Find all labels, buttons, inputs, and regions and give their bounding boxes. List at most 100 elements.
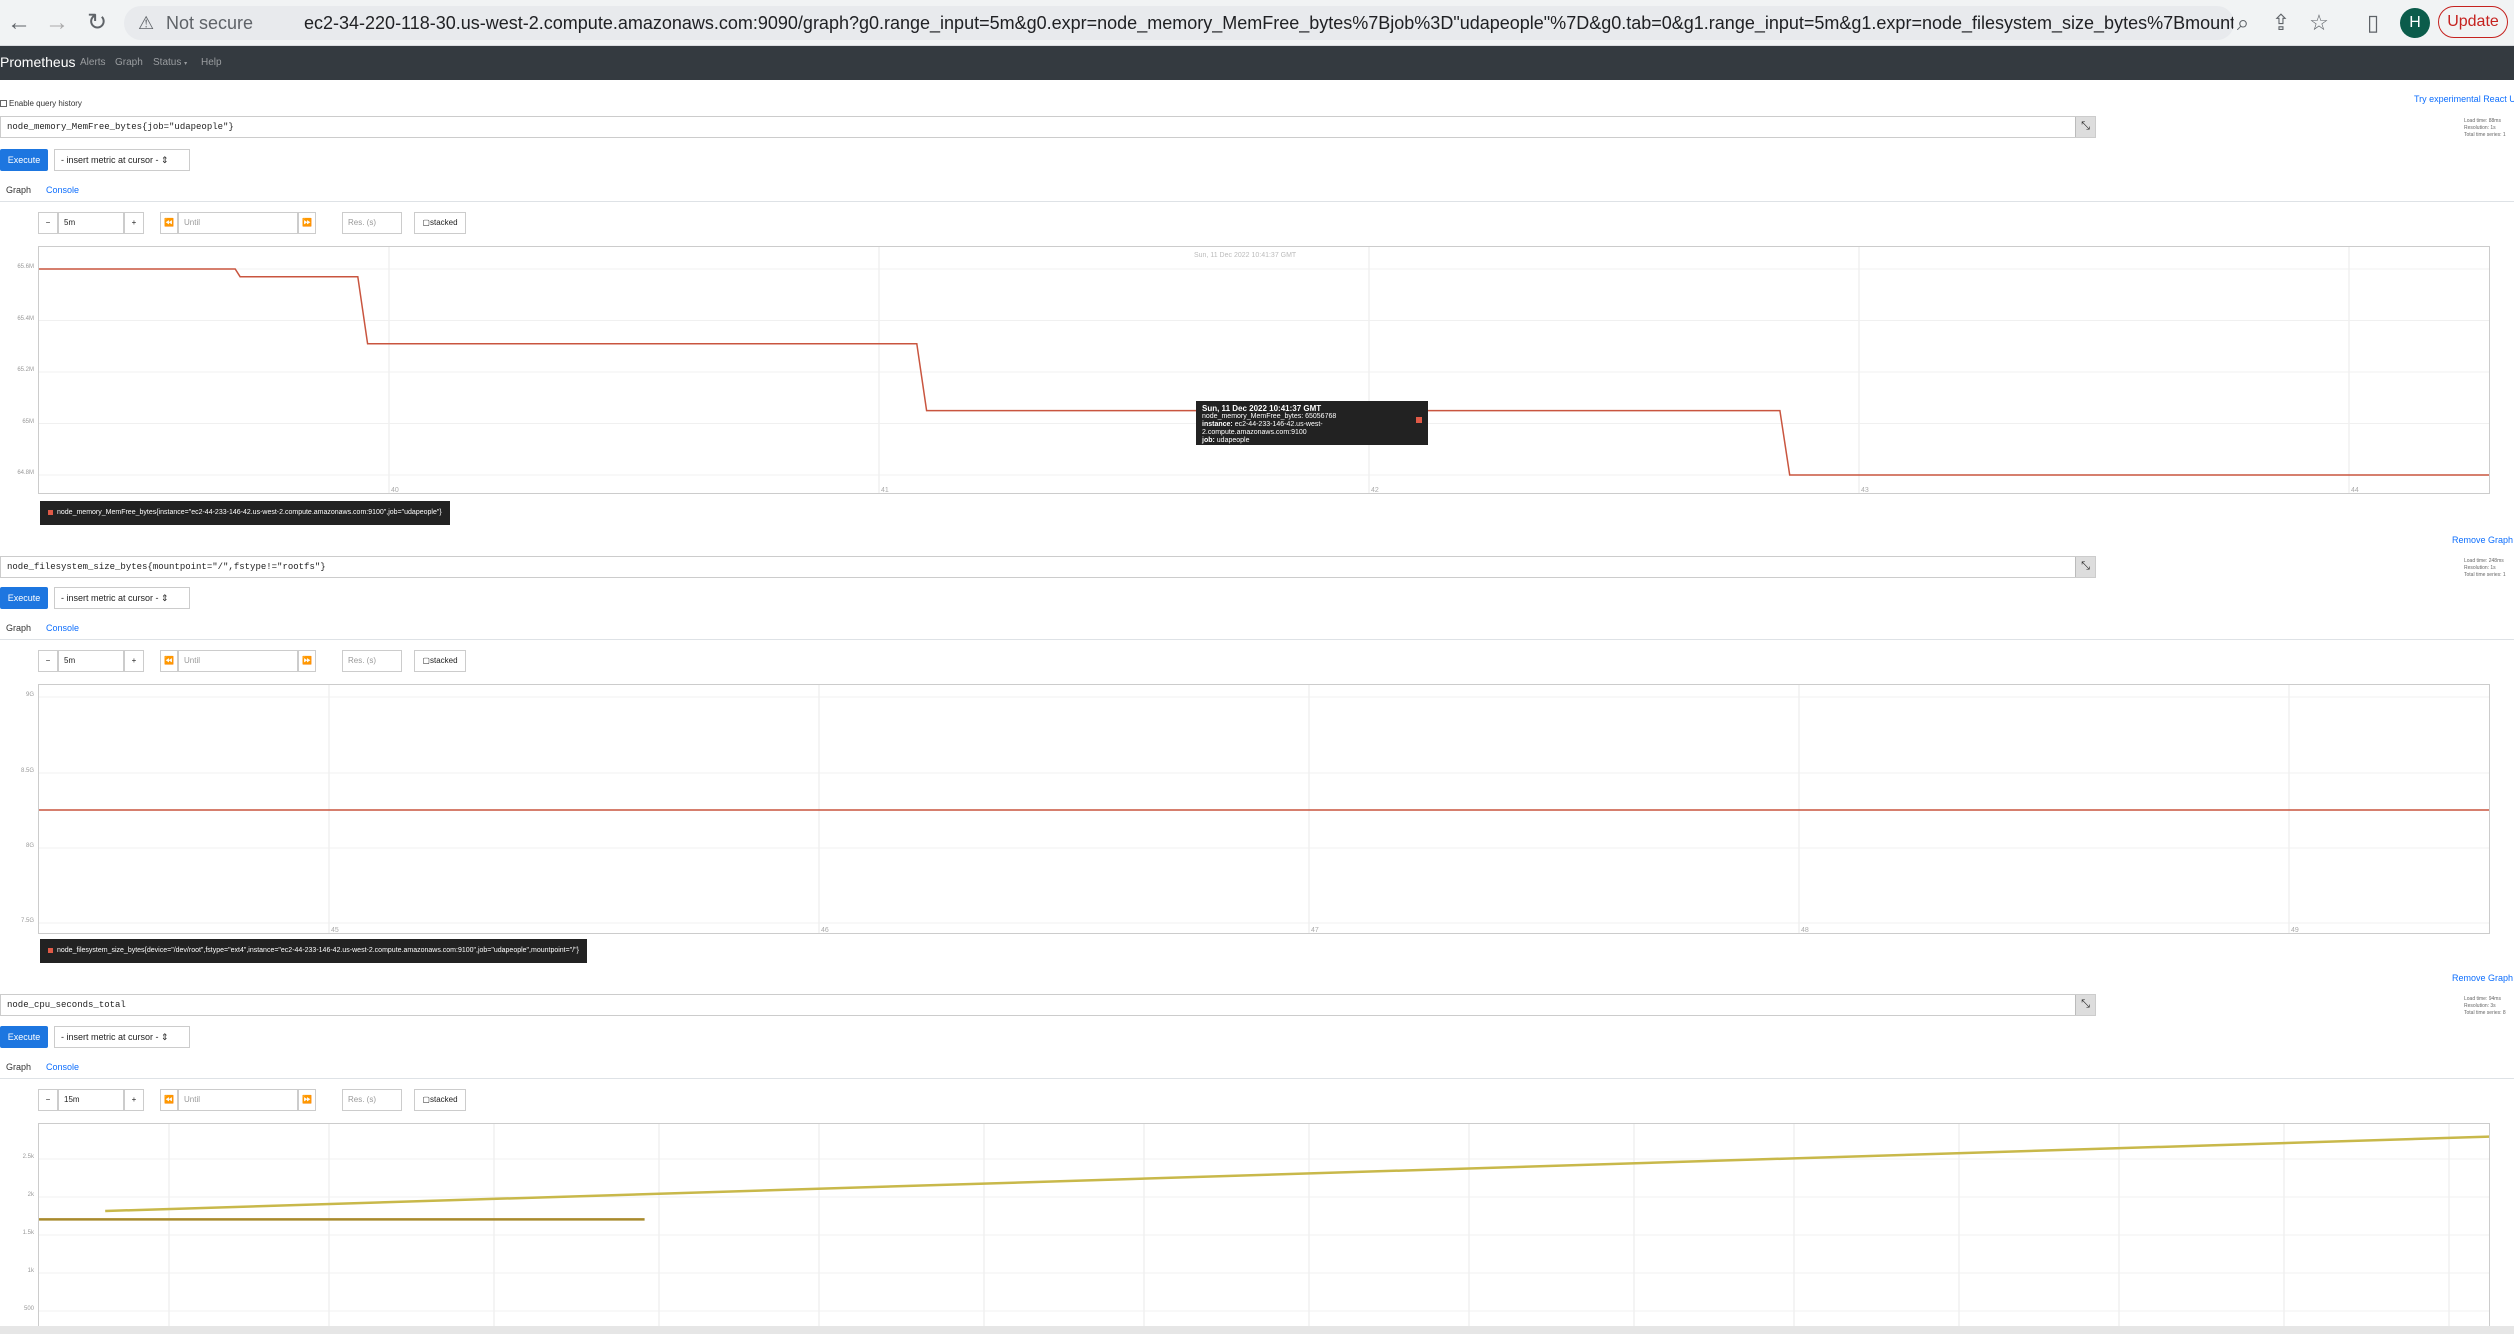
y-tick-label: 65M (22, 418, 34, 425)
select-arrows-icon: ⇕ (161, 1032, 169, 1042)
graph-area-1[interactable]: 45 46 47 48 49 (38, 684, 2490, 934)
address-bar[interactable]: ⚠ Not secure ec2-34-220-118-30.us-west-2… (124, 6, 2234, 40)
y-tick-label: 500 (23, 1306, 34, 1312)
tab-console[interactable]: Console (46, 623, 79, 633)
stacked-toggle[interactable]: ▢stacked (414, 1089, 466, 1111)
resolution-input[interactable]: Res. (s) (342, 1089, 402, 1111)
range-increase-button[interactable]: + (124, 650, 144, 672)
profile-avatar[interactable]: H (2400, 8, 2430, 38)
stacked-label: stacked (429, 1095, 458, 1104)
expression-text: node_filesystem_size_bytes{mountpoint="/… (7, 562, 326, 572)
range-decrease-button[interactable]: − (38, 1089, 58, 1111)
tooltip-instance-label: instance: (1202, 421, 1233, 428)
stacked-toggle[interactable]: ▢stacked (414, 212, 466, 234)
expression-input[interactable]: node_cpu_seconds_total ⤡ (0, 994, 2096, 1016)
remove-graph-link[interactable]: Remove Graph (2452, 973, 2513, 983)
remove-graph-link[interactable]: Remove Graph (2452, 535, 2513, 545)
time-back-button[interactable]: ⏪ (160, 650, 178, 672)
side-panel-icon[interactable]: ▯ (2358, 8, 2388, 38)
execute-button[interactable]: Execute (0, 1026, 48, 1048)
range-decrease-button[interactable]: − (38, 212, 58, 234)
tab-console[interactable]: Console (46, 1062, 79, 1072)
stat-line: Total time series: 8 (2464, 1010, 2506, 1016)
panel-tabs: Graph Console (0, 1057, 2514, 1079)
time-back-button[interactable]: ⏪ (160, 212, 178, 234)
query-history-toggle[interactable]: Enable query history (0, 99, 82, 108)
checkbox-icon: ▢ (422, 1095, 430, 1104)
x-tick-label: 46 (821, 927, 829, 934)
back-icon[interactable]: ← (4, 8, 34, 38)
range-input[interactable]: 15m (58, 1089, 124, 1111)
range-input[interactable]: 5m (58, 212, 124, 234)
range-input[interactable]: 5m (58, 650, 124, 672)
time-forward-button[interactable]: ⏩ (298, 212, 316, 234)
insert-metric-select[interactable]: - insert metric at cursor - ⇕ (54, 1026, 190, 1048)
stat-line: Resolution: 1s (2464, 565, 2496, 571)
url-text: ec2-34-220-118-30.us-west-2.compute.amaz… (304, 13, 2234, 33)
nav-graph[interactable]: Graph (115, 57, 143, 68)
y-tick-label: 1.5k (22, 1230, 34, 1236)
x-tick-label: 45 (331, 927, 339, 934)
tab-console[interactable]: Console (46, 185, 79, 195)
tab-graph[interactable]: Graph (6, 623, 31, 633)
until-input[interactable]: Until (178, 212, 298, 234)
execute-button[interactable]: Execute (0, 587, 48, 609)
graph-legend-1[interactable]: node_filesystem_size_bytes{device="/dev/… (40, 939, 587, 963)
tab-graph[interactable]: Graph (6, 1062, 31, 1072)
update-button[interactable]: Update (2438, 6, 2508, 38)
nav-help[interactable]: Help (201, 57, 222, 68)
tooltip-job-value: udapeople (1216, 437, 1250, 444)
reload-icon[interactable]: ↻ (82, 8, 112, 38)
resolution-input[interactable]: Res. (s) (342, 650, 402, 672)
brand-link[interactable]: Prometheus (0, 54, 75, 70)
stat-line: Resolution: 3s (2464, 1003, 2496, 1009)
zoom-icon[interactable]: ⌕ (2228, 8, 2258, 38)
resize-handle-icon[interactable]: ⤡ (2075, 557, 2095, 577)
expression-input[interactable]: node_memory_MemFree_bytes{job="udapeople… (0, 116, 2096, 138)
graph-legend-0[interactable]: node_memory_MemFree_bytes{instance="ec2-… (40, 501, 450, 525)
bookmark-star-icon[interactable]: ☆ (2304, 8, 2334, 38)
x-tick-label: 40 (391, 487, 399, 494)
stacked-label: stacked (429, 656, 458, 665)
until-input[interactable]: Until (178, 650, 298, 672)
y-tick-label: 9G (25, 692, 34, 698)
insert-metric-select[interactable]: - insert metric at cursor - ⇕ (54, 149, 190, 171)
range-decrease-button[interactable]: − (38, 650, 58, 672)
tab-graph[interactable]: Graph (6, 185, 31, 195)
stacked-label: stacked (429, 218, 458, 227)
forward-icon[interactable]: → (42, 8, 72, 38)
series-line (105, 1135, 2489, 1213)
query-stats: Load time: 88ms Resolution: 1s Total time … (2464, 118, 2514, 139)
security-label: Not secure (166, 13, 254, 33)
panel-tabs: Graph Console (0, 180, 2514, 202)
range-increase-button[interactable]: + (124, 1089, 144, 1111)
nav-status[interactable]: Status ▾ (153, 57, 187, 68)
x-tick-label: 41 (881, 487, 889, 494)
stat-line: Total time series: 1 (2464, 572, 2506, 578)
time-forward-button[interactable]: ⏩ (298, 1089, 316, 1111)
time-forward-button[interactable]: ⏩ (298, 650, 316, 672)
horizontal-scrollbar[interactable] (0, 1326, 2514, 1334)
tooltip-job: job: udapeople (1202, 437, 1422, 445)
share-icon[interactable]: ⇪ (2266, 8, 2296, 38)
execute-button[interactable]: Execute (0, 149, 48, 171)
y-tick-label: 65.2M (17, 367, 34, 373)
insert-metric-label: - insert metric at cursor - (61, 155, 159, 165)
resize-handle-icon[interactable]: ⤡ (2075, 995, 2095, 1015)
select-arrows-icon: ⇕ (161, 155, 169, 165)
nav-alerts[interactable]: Alerts (80, 57, 106, 68)
tooltip-value: node_memory_MemFree_bytes: 65056768 (1202, 413, 1337, 420)
resize-handle-icon[interactable]: ⤡ (2075, 117, 2095, 137)
y-tick-label: 8.5G (20, 768, 34, 774)
stacked-toggle[interactable]: ▢stacked (414, 650, 466, 672)
graph-area-2[interactable] (38, 1123, 2490, 1328)
y-tick-label: 65.6M (17, 264, 34, 270)
until-input[interactable]: Until (178, 1089, 298, 1111)
insert-metric-select[interactable]: - insert metric at cursor - ⇕ (54, 587, 190, 609)
react-ui-link[interactable]: Try experimental React UI (2414, 94, 2514, 104)
expression-input[interactable]: node_filesystem_size_bytes{mountpoint="/… (0, 556, 2096, 578)
graph-area-0[interactable]: 40 41 42 43 44 (38, 246, 2490, 494)
resolution-input[interactable]: Res. (s) (342, 212, 402, 234)
time-back-button[interactable]: ⏪ (160, 1089, 178, 1111)
range-increase-button[interactable]: + (124, 212, 144, 234)
